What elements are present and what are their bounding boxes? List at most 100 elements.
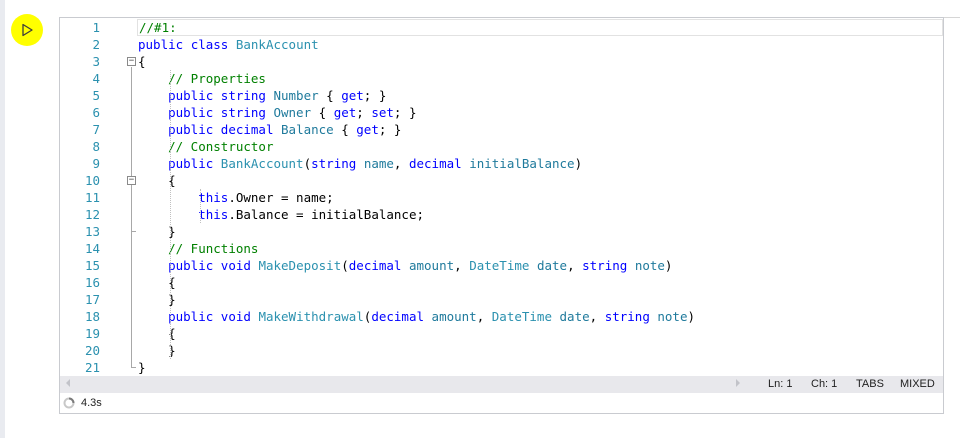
- code-token: void: [220, 258, 251, 273]
- code-line[interactable]: public void MakeDeposit(decimal amount, …: [138, 257, 672, 274]
- code-line[interactable]: //#1:: [137, 19, 943, 36]
- code-line[interactable]: // Properties: [138, 70, 266, 87]
- line-number: 14: [84, 241, 100, 256]
- line-number: 18: [84, 309, 100, 324]
- code-token: ): [574, 156, 583, 171]
- code-token: BankAccount: [220, 156, 304, 171]
- code-token: Balance: [281, 122, 334, 137]
- editor-status-bar: Ln: 1 Ch: 1 TABS MIXED: [60, 376, 943, 393]
- code-token: date: [536, 258, 568, 273]
- code-token: ; }: [393, 105, 417, 120]
- code-token: // Constructor: [168, 139, 274, 154]
- fold-end-marker: [131, 231, 136, 232]
- code-token: ,: [589, 309, 605, 324]
- code-line[interactable]: public string Owner { get; set; }: [138, 104, 417, 121]
- code-token: this: [198, 207, 229, 222]
- code-token: decimal: [220, 122, 274, 137]
- code-editor[interactable]: 1 //#1: 2 public class BankAccount 3 {4 // Pr…: [60, 18, 943, 376]
- code-token: void: [220, 309, 251, 324]
- code-line[interactable]: public class BankAccount: [138, 36, 319, 53]
- code-line[interactable]: public void MakeWithdrawal(decimal amoun…: [138, 308, 695, 325]
- line-number: 8: [92, 139, 100, 154]
- collapse-region-icon[interactable]: −: [127, 176, 136, 185]
- line-number: 7: [92, 122, 100, 137]
- code-token: ): [664, 258, 673, 273]
- line-number: 12: [84, 207, 100, 222]
- code-token: {: [333, 122, 357, 137]
- line-number: 20: [84, 343, 100, 358]
- line-number: 3: [92, 54, 100, 69]
- code-cell[interactable]: 1 //#1: 2 public class BankAccount 3 {4 // Pr…: [59, 17, 944, 414]
- run-triangle-icon: [22, 23, 33, 37]
- code-token: string: [220, 105, 266, 120]
- code-token: public: [168, 258, 214, 273]
- scroll-left-arrow-icon[interactable]: [66, 379, 70, 387]
- code-token: Owner: [273, 105, 312, 120]
- code-token: get: [356, 122, 379, 137]
- status-line-endings[interactable]: MIXED: [900, 377, 935, 392]
- code-token: public: [168, 122, 214, 137]
- code-line[interactable]: public string Number { get; }: [138, 87, 386, 104]
- code-token: ,: [476, 309, 492, 324]
- code-token: MakeWithdrawal: [258, 309, 364, 324]
- line-number: 2: [92, 37, 100, 52]
- code-token: ,: [567, 258, 583, 273]
- line-number: 10: [84, 173, 100, 188]
- code-token: amount: [408, 258, 455, 273]
- line-number: 5: [92, 88, 100, 103]
- code-token: class: [190, 37, 229, 52]
- run-cell-button[interactable]: [11, 14, 43, 46]
- code-token: public: [168, 88, 214, 103]
- left-rail: [0, 0, 5, 438]
- code-token: ;: [356, 105, 372, 120]
- code-token: (: [303, 156, 312, 171]
- line-number: 17: [84, 292, 100, 307]
- code-token: public: [138, 37, 184, 52]
- code-line[interactable]: this.Owner = name;: [138, 189, 333, 206]
- line-number: 4: [92, 71, 100, 86]
- code-token: {: [318, 88, 342, 103]
- collapse-region-icon[interactable]: −: [127, 57, 136, 66]
- code-line[interactable]: // Constructor: [138, 138, 273, 155]
- code-line[interactable]: this.Balance = initialBalance;: [138, 206, 424, 223]
- code-token: string: [582, 258, 628, 273]
- code-line[interactable]: public decimal Balance { get; }: [138, 121, 401, 138]
- code-line[interactable]: public BankAccount(string name, decimal …: [138, 155, 582, 172]
- code-line[interactable]: {: [138, 53, 146, 70]
- code-token: decimal: [408, 156, 462, 171]
- code-token: string: [311, 156, 357, 171]
- status-indent[interactable]: TABS: [856, 377, 884, 392]
- status-line: Ln: 1: [768, 378, 793, 390]
- line-number: 21: [84, 360, 100, 375]
- code-token: DateTime: [469, 258, 530, 273]
- line-number: 19: [84, 326, 100, 341]
- code-token: ,: [454, 258, 470, 273]
- spinner-icon: [63, 397, 75, 409]
- code-token: amount: [431, 309, 477, 324]
- code-token: date: [559, 309, 590, 324]
- code-token: .Balance = initialBalance;: [228, 207, 424, 222]
- scroll-right-arrow-icon[interactable]: [736, 379, 740, 387]
- code-token: ): [687, 309, 696, 324]
- line-number: 13: [84, 224, 100, 239]
- execution-time: 4.3s: [81, 397, 102, 409]
- code-line[interactable]: }: [138, 359, 146, 376]
- code-token: set: [371, 105, 394, 120]
- fold-end-marker: [131, 367, 136, 368]
- code-token: MakeDeposit: [258, 258, 342, 273]
- code-line[interactable]: // Functions: [138, 240, 258, 257]
